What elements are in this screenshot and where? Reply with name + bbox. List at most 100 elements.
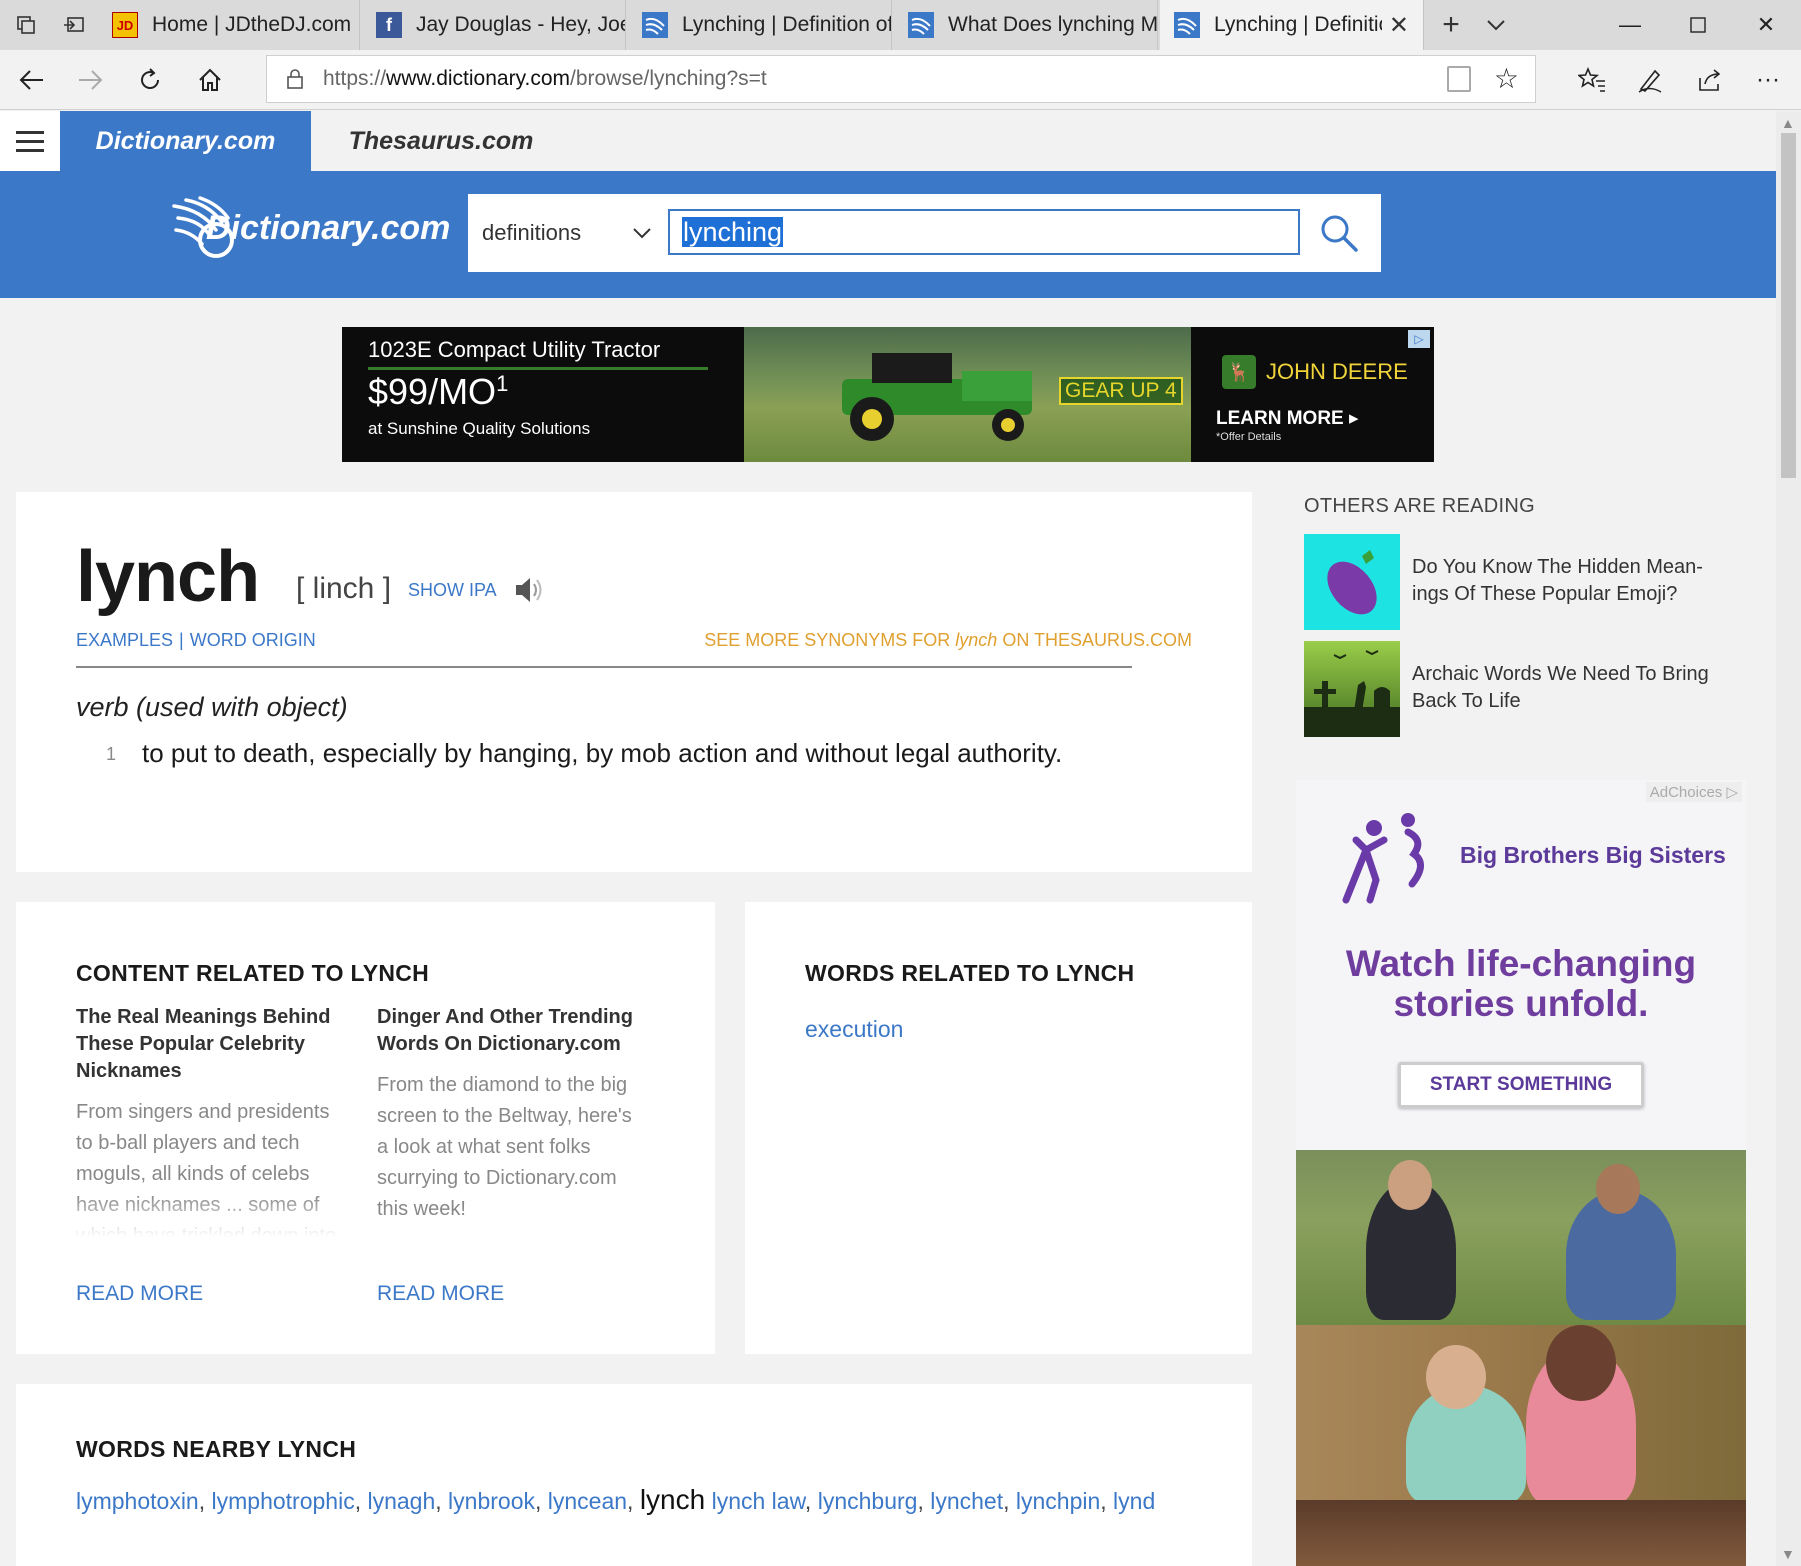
article-title[interactable]: The Real Meanings Behind These Popular C…: [76, 1004, 346, 1085]
minimize-icon[interactable]: —: [1596, 0, 1664, 50]
others-reading-item[interactable]: Do You Know The Hidden Mean- ings Of The…: [1304, 534, 1744, 630]
adchoices-link[interactable]: AdChoices ▷: [1645, 782, 1742, 802]
nearby-word-link[interactable]: lynch law: [712, 1488, 805, 1514]
learn-more-button[interactable]: LEARN MORE ▸: [1216, 407, 1359, 430]
back-icon[interactable]: [4, 50, 60, 110]
article-title[interactable]: Archaic Words We Need To Bring Back To L…: [1412, 661, 1742, 715]
browser-tab-active[interactable]: Lynching | Definitio ✕: [1160, 0, 1424, 50]
side-ad[interactable]: AdChoices ▷ Big Brothers Big Sisters Wat…: [1296, 780, 1746, 1566]
lock-icon[interactable]: [277, 56, 313, 102]
bbbs-logo-icon: [1342, 813, 1424, 904]
facebook-icon: f: [376, 12, 402, 38]
content-related-card: CONTENT RELATED TO LYNCH The Real Meanin…: [16, 902, 715, 1354]
show-ipa-link[interactable]: SHOW IPA: [408, 580, 497, 601]
nearby-word-link[interactable]: lymphotoxin: [76, 1488, 199, 1514]
words-related-card: WORDS RELATED TO LYNCH execution: [745, 902, 1252, 1354]
maximize-icon[interactable]: [1664, 0, 1732, 50]
search-icon[interactable]: [1312, 206, 1366, 260]
new-tab-icon[interactable]: +: [1426, 0, 1476, 50]
read-more-link[interactable]: READ MORE: [377, 1282, 504, 1306]
sense-number: 1: [106, 744, 117, 764]
tab-title: Lynching | Definition of: [682, 13, 892, 36]
nearby-word-link[interactable]: lynchburg: [818, 1488, 918, 1514]
graveyard-illustration[interactable]: [1304, 641, 1400, 737]
scrollbar-thumb[interactable]: [1781, 133, 1796, 478]
nearby-word-link[interactable]: lyncean: [548, 1488, 627, 1514]
tab-dictionary[interactable]: Dictionary.com: [60, 111, 311, 171]
eggplant-emoji-icon[interactable]: [1304, 534, 1400, 630]
link-separator: |: [179, 630, 184, 650]
ad-photo-boys: [1296, 1150, 1746, 1325]
page-scrollbar[interactable]: ▲ ▼: [1776, 111, 1801, 1566]
ad-info-icon[interactable]: ▷: [1408, 330, 1430, 348]
nearby-word-link[interactable]: lynagh: [367, 1488, 435, 1514]
favorites-hub-icon[interactable]: [1564, 50, 1620, 110]
related-word-link[interactable]: execution: [805, 1016, 903, 1043]
address-bar[interactable]: https://www.dictionary.com/browse/lynchi…: [266, 55, 1536, 103]
list-separator: ,: [804, 1488, 818, 1514]
scroll-up-icon[interactable]: ▲: [1781, 115, 1795, 131]
url-text[interactable]: https://www.dictionary.com/browse/lynchi…: [323, 56, 767, 102]
close-window-icon[interactable]: ✕: [1732, 0, 1800, 50]
browser-tab[interactable]: Lynching | Definition of: [628, 0, 892, 50]
ad-photo-crowd: [1296, 1500, 1746, 1566]
chevron-down-icon[interactable]: [1476, 0, 1516, 50]
nearby-word-link[interactable]: lynchpin: [1016, 1488, 1100, 1514]
article-title[interactable]: Dinger And Other Trending Words On Dicti…: [377, 1004, 647, 1058]
start-something-button[interactable]: START SOMETHING: [1398, 1062, 1644, 1108]
read-more-link[interactable]: READ MORE: [76, 1282, 203, 1306]
nearby-word-link[interactable]: lymphotrophic: [212, 1488, 355, 1514]
divider: [76, 666, 1132, 668]
ad-photo-girls: [1296, 1325, 1746, 1505]
more-options-icon[interactable]: ···: [1740, 50, 1796, 110]
search-type-select[interactable]: definitions: [482, 194, 581, 272]
chevron-down-icon[interactable]: [632, 194, 652, 272]
refresh-icon[interactable]: [122, 50, 178, 110]
tab-manager-icon[interactable]: [6, 0, 46, 50]
headword: lynch: [76, 537, 260, 617]
logo-text: Dictionary.com: [206, 208, 451, 247]
web-page: Dictionary.com Thesaurus.com Dictionary.…: [0, 111, 1776, 1566]
examples-link[interactable]: EXAMPLES: [76, 630, 173, 650]
browser-tab[interactable]: JD Home | JDtheDJ.com: [98, 0, 360, 50]
word-origin-link[interactable]: WORD ORIGIN: [190, 630, 316, 650]
scroll-down-icon[interactable]: ▼: [1781, 1546, 1795, 1562]
speaker-icon[interactable]: [512, 572, 548, 608]
ad-banner[interactable]: 1023E Compact Utility Tractor $99/MO1 at…: [342, 327, 1434, 462]
site-logo[interactable]: Dictionary.com: [172, 193, 450, 263]
home-icon[interactable]: [182, 50, 238, 110]
related-article[interactable]: Dinger And Other Trending Words On Dicti…: [377, 1004, 647, 1225]
list-separator: ,: [1100, 1488, 1114, 1514]
reading-view-icon[interactable]: [1447, 66, 1471, 92]
ad-headline: Watch life-changing stories unfold.: [1345, 943, 1697, 1024]
tab-title: Lynching | Definitio: [1214, 13, 1382, 36]
share-icon[interactable]: [1682, 50, 1738, 110]
browser-tab-bar: JD Home | JDtheDJ.com f Jay Douglas - He…: [0, 0, 1801, 50]
close-tab-icon[interactable]: ✕: [1389, 11, 1409, 40]
offer-details-link[interactable]: *Offer Details: [1216, 431, 1281, 443]
tractor-image: [842, 353, 1032, 441]
ad-price: $99/MO1: [368, 371, 509, 412]
search-query: lynching: [682, 217, 784, 247]
forward-icon[interactable]: [62, 50, 118, 110]
thesaurus-synonyms-link[interactable]: SEE MORE SYNONYMS FOR lynch ON THESAURUS…: [704, 630, 1192, 651]
jdthedj-icon: JD: [112, 12, 138, 38]
browser-tab[interactable]: What Does lynching Me: [894, 0, 1158, 50]
others-reading-item[interactable]: Archaic Words We Need To Bring Back To L…: [1304, 641, 1744, 737]
search-form: definitions lynching: [468, 194, 1381, 272]
content-related-heading: CONTENT RELATED TO LYNCH: [76, 960, 430, 986]
related-article[interactable]: The Real Meanings Behind These Popular C…: [76, 1004, 346, 1237]
article-title[interactable]: Do You Know The Hidden Mean- ings Of The…: [1412, 554, 1742, 608]
favorite-star-icon[interactable]: ☆: [1494, 56, 1519, 102]
nearby-word-link[interactable]: lynbrook: [448, 1488, 535, 1514]
set-aside-tabs-icon[interactable]: [54, 0, 94, 50]
menu-icon[interactable]: [0, 111, 60, 171]
search-input[interactable]: lynching: [668, 209, 1300, 255]
browser-tab[interactable]: f Jay Douglas - Hey, Joe I: [362, 0, 626, 50]
url-prefix: https://: [323, 67, 387, 90]
nearby-word-link[interactable]: lynd: [1113, 1488, 1155, 1514]
tab-title: What Does lynching Me: [948, 13, 1158, 36]
web-note-icon[interactable]: [1622, 50, 1678, 110]
tab-thesaurus[interactable]: Thesaurus.com: [311, 111, 571, 171]
nearby-word-link[interactable]: lynchet: [930, 1488, 1003, 1514]
